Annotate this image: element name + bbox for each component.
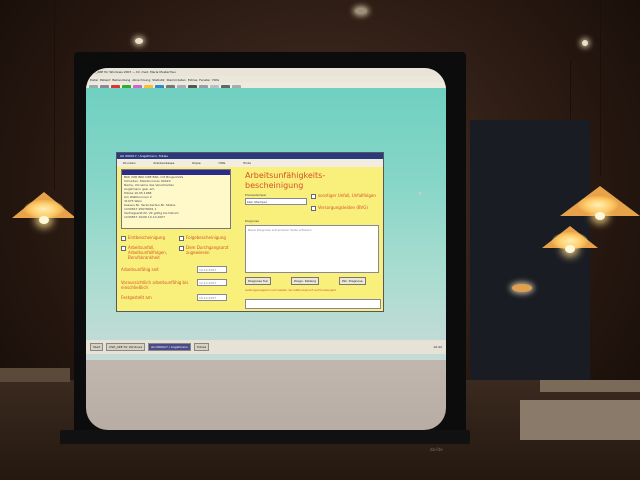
footnote: Leistungsausgleich nach Gesetz, der letz…: [245, 289, 336, 292]
pendant-lamp-right: [560, 186, 640, 220]
print-button[interactable]: Drucken: [123, 161, 135, 165]
date-label-seit: Arbeitsunfähig seit: [121, 267, 159, 272]
menu-item[interactable]: Stammdaten: [166, 78, 185, 82]
table: [540, 380, 640, 392]
diagnosis-field[interactable]: Neue Diagnose auf anderer Seite erfassen: [245, 225, 379, 273]
menu-item[interactable]: Behandlung: [112, 78, 130, 82]
insurance-card: BKK VOR BKK DRE BKK, Ort Bingenhofe Schu…: [121, 169, 231, 229]
menu-item[interactable]: Patient: [100, 78, 110, 82]
ceiling-light: [582, 40, 588, 46]
check-sonstiger-unfall[interactable]: sonstiger Unfall, Unfallfolgen: [311, 193, 379, 199]
taskbar-item[interactable]: KSE_ARE für Windows: [106, 343, 146, 351]
start-button[interactable]: Start: [90, 343, 104, 351]
insurance-button[interactable]: Krankenkasse: [153, 161, 174, 165]
date-label-bis: Voraussichtlich arbeitsunfähig bis einsc…: [121, 280, 189, 290]
mouse-cursor: [419, 192, 421, 195]
praxisstempel-label: Praxisstempel: [245, 193, 267, 197]
screen-brand: da-lite: [430, 447, 443, 452]
check-durchgangsarzt[interactable]: Dem Durchgangsarzt zugewiesen: [179, 245, 237, 255]
ceiling-light: [135, 38, 143, 44]
date-label-festgestellt: Festgestellt am: [121, 295, 152, 300]
taskbar-clock: 10:42: [433, 345, 442, 349]
check-versorgungsleiden[interactable]: Versorgungsleiden (BVG): [311, 205, 381, 211]
app-menu-bar: Datei Patient Behandlung Abrechnung Stat…: [86, 76, 446, 83]
diagnosis-label: Diagnose: [245, 219, 260, 223]
taskbar-item-active[interactable]: AU 000017 / Angstmann: [148, 343, 191, 351]
form-title: Arbeitsunfähigkeits-bescheinigung: [245, 171, 326, 190]
taskbar-item[interactable]: Tobias: [193, 343, 210, 351]
pendant-lamp-mid: [542, 226, 598, 253]
table: [0, 368, 70, 382]
distant-lamp: [512, 284, 532, 292]
praxisstempel-select[interactable]: kein Stempel: [245, 198, 307, 205]
diagnose-frei-button[interactable]: Diagnose frei: [245, 277, 271, 285]
ceiling-light: [355, 8, 367, 14]
check-arbeitsunfall[interactable]: Arbeitsunfall, Arbeitsunfallfolgen, Beru…: [121, 245, 179, 260]
projector-screen: KSE_ARE für Windows 2007 — Dr. med. Mari…: [86, 68, 446, 430]
date-field-seit[interactable]: 10.10.2007: [197, 266, 227, 273]
table: [520, 400, 640, 440]
copy-button[interactable]: Kopie: [192, 161, 200, 165]
menu-item[interactable]: Datei: [90, 78, 98, 82]
menu-item[interactable]: Hilfe: [212, 78, 219, 82]
diagnose-katalog-button[interactable]: Diagn. Katalog: [291, 277, 320, 285]
taskbar: Start KSE_ARE für Windows AU 000017 / An…: [86, 340, 446, 354]
screen-bottom-bar: [60, 430, 470, 444]
card-line: 1234567 10/06 10.10.2007: [124, 215, 166, 219]
dialog-toolbar: Drucken Krankenkasse Kopie Hilfe Ende: [117, 159, 383, 167]
menu-item[interactable]: Abrechnung: [132, 78, 150, 82]
desktop: AU 000017 / Angstmann, Tobias Drucken Kr…: [86, 88, 446, 360]
help-button[interactable]: Hilfe: [219, 161, 226, 165]
au-dialog: AU 000017 / Angstmann, Tobias Drucken Kr…: [116, 152, 384, 312]
menu-item[interactable]: Fenster: [199, 78, 210, 82]
app-title-bar: KSE_ARE für Windows 2007 — Dr. med. Mari…: [86, 68, 446, 76]
lamp-wire-right: [600, 0, 601, 176]
date-field-festgestellt[interactable]: 10.10.2007: [197, 294, 227, 301]
patient-diagnose-button[interactable]: Pat. Diagnose: [339, 277, 366, 285]
date-field-bis[interactable]: 12.10.2007: [197, 279, 227, 286]
footnote-field[interactable]: [245, 299, 381, 309]
check-folgebescheinigung[interactable]: Folgebescheinigung: [179, 235, 237, 241]
end-button[interactable]: Ende: [243, 161, 251, 165]
check-erstbescheinigung[interactable]: Erstbescheinigung: [121, 235, 177, 241]
pendant-lamp-left: [12, 192, 76, 224]
lamp-wire-left: [54, 0, 55, 190]
menu-item[interactable]: Statistik: [152, 78, 164, 82]
menu-item[interactable]: Extras: [188, 78, 197, 82]
